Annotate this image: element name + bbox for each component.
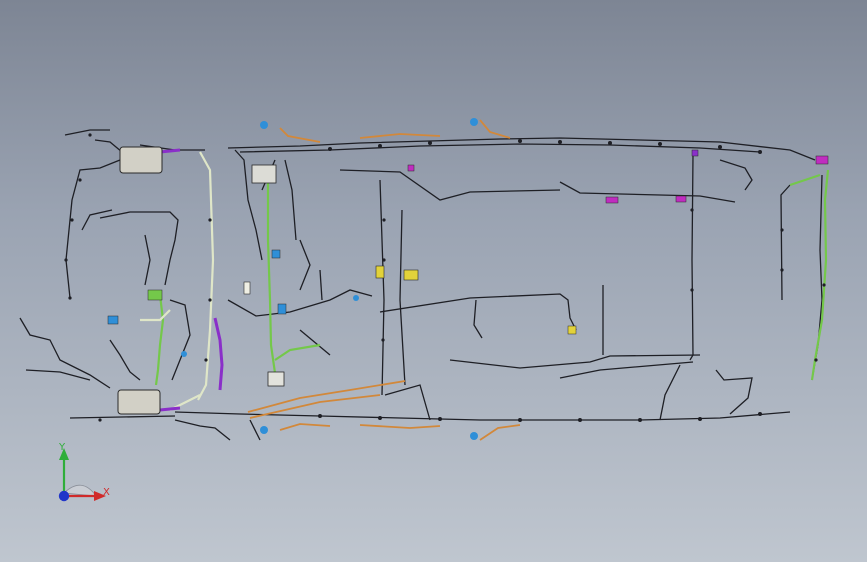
connector-icon[interactable] [267, 371, 285, 387]
connector-icon[interactable] [691, 149, 699, 157]
cream-harness-branch [140, 151, 215, 411]
connector-icon[interactable] [260, 426, 268, 434]
connector-icon[interactable] [147, 289, 163, 301]
green-harness-branch [154, 169, 830, 386]
y-axis-label: Y [59, 442, 66, 453]
connector-icon[interactable] [260, 121, 268, 129]
connector-blocks[interactable] [107, 118, 829, 440]
connector-icon[interactable] [407, 164, 415, 172]
cad-viewport[interactable]: Y X [0, 0, 867, 562]
connector-icon[interactable] [277, 303, 287, 315]
orange-harness-branch [247, 119, 521, 441]
connector-icon[interactable] [107, 315, 119, 325]
connector-icon[interactable] [605, 196, 619, 204]
connector-icon[interactable] [403, 269, 419, 281]
fuse-box-icon[interactable] [119, 146, 163, 174]
wiring-harness-drawing[interactable] [0, 0, 867, 562]
harness-clips [64, 133, 826, 422]
connector-icon[interactable] [353, 295, 359, 301]
connector-icon[interactable] [375, 265, 385, 279]
connector-icon[interactable] [815, 155, 829, 165]
connector-icon[interactable] [567, 325, 577, 335]
fuse-box-icon[interactable] [117, 389, 161, 415]
connector-icon[interactable] [251, 164, 277, 184]
x-axis-label: X [103, 487, 110, 498]
connector-icon[interactable] [470, 118, 478, 126]
connector-icon[interactable] [243, 281, 251, 295]
connector-icon[interactable] [470, 432, 478, 440]
connector-icon[interactable] [271, 249, 281, 259]
connector-icon[interactable] [675, 195, 687, 203]
connector-icon[interactable] [181, 351, 187, 357]
